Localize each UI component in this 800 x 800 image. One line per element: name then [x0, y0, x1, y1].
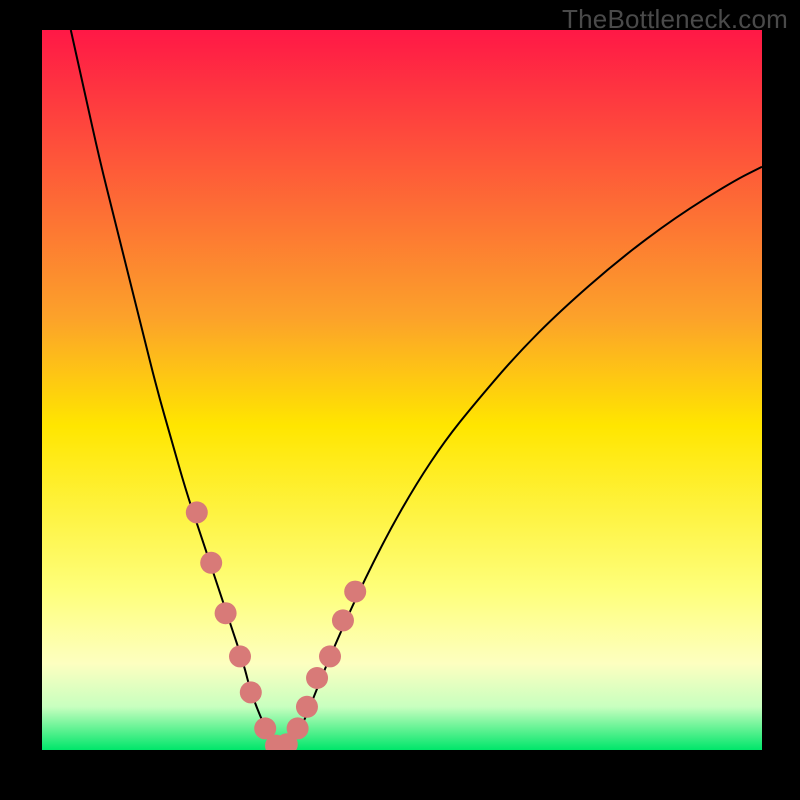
highlight-dot [332, 609, 354, 631]
highlight-dot [215, 602, 237, 624]
highlight-dot [186, 501, 208, 523]
chart-svg [42, 30, 762, 750]
highlight-dot [287, 717, 309, 739]
highlight-dot [319, 645, 341, 667]
highlight-dot [200, 552, 222, 574]
highlight-dot [306, 667, 328, 689]
gradient-background [42, 30, 762, 750]
plot-area [42, 30, 762, 750]
highlight-dot [296, 696, 318, 718]
watermark-text: TheBottleneck.com [562, 4, 788, 35]
chart-frame: TheBottleneck.com [0, 0, 800, 800]
highlight-dot [229, 645, 251, 667]
highlight-dot [240, 681, 262, 703]
highlight-dot [344, 581, 366, 603]
